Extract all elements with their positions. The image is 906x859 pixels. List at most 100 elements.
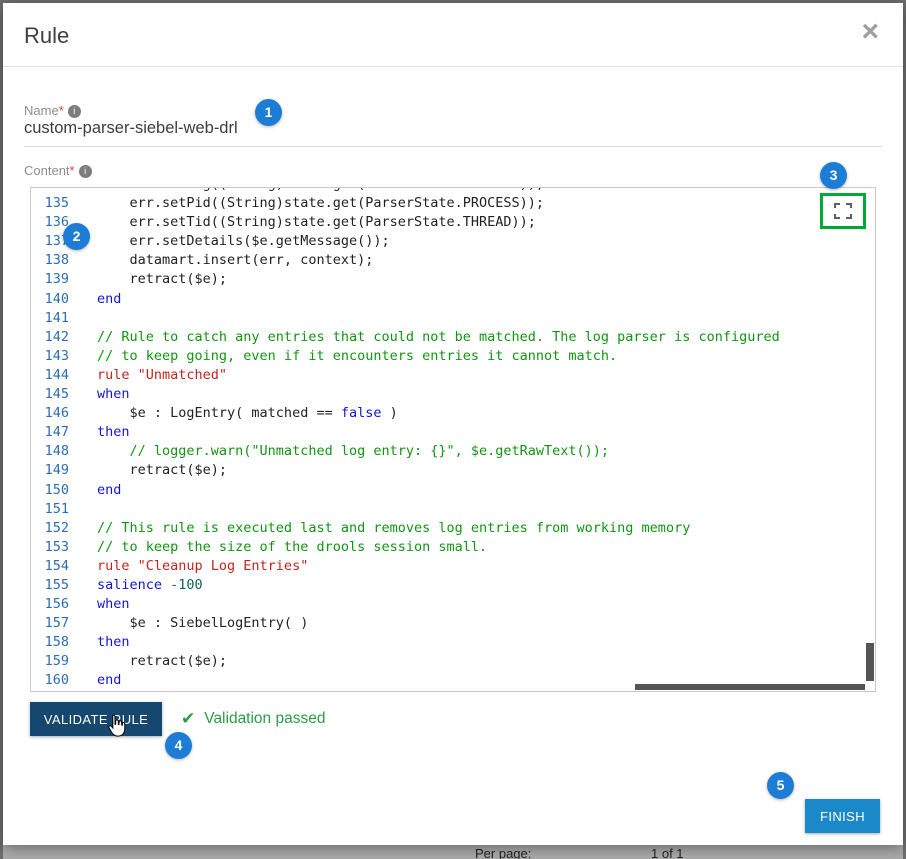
dialog-title: Rule [24, 23, 69, 49]
code-text: $e : SiebelLogEntry( ) [97, 614, 308, 633]
background-page-strip: Per page: 1 of 1 [3, 845, 903, 859]
line-number: 153 [39, 538, 69, 557]
code-text: end [97, 481, 121, 500]
line-number: 148 [39, 442, 69, 461]
callout-badge-4: 4 [165, 732, 192, 759]
code-text: // logger.warn("Unmatched log entry: {}"… [97, 442, 609, 461]
modal-backdrop: Per page: 1 of 1 Rule × Name*i Content*i… [0, 0, 906, 859]
content-label-text: Content [24, 163, 70, 178]
code-line: 146 $e : LogEntry( matched == false ) [39, 404, 863, 423]
header-divider [3, 66, 903, 67]
code-text: err.setTid((String)state.get(ParserState… [97, 213, 536, 232]
code-line: 142 // Rule to catch any entries that cou… [39, 328, 863, 347]
code-text: then [97, 633, 130, 652]
code-text: then [97, 423, 130, 442]
line-number: 158 [39, 633, 69, 652]
code-text: // This rule is executed last and remove… [97, 519, 690, 538]
line-number: 147 [39, 423, 69, 442]
fullscreen-expand-button[interactable] [820, 193, 866, 229]
rule-name-input[interactable] [24, 119, 724, 138]
code-line: 152// This rule is executed last and rem… [39, 519, 863, 538]
code-line: 141 [39, 309, 863, 328]
line-number: 145 [39, 385, 69, 404]
code-text: err.setDetails($e.getMessage()); [97, 232, 390, 251]
code-line: 144 rule "Unmatched" [39, 366, 863, 385]
required-asterisk: * [70, 163, 75, 178]
required-asterisk: * [59, 103, 64, 118]
horizontal-scrollbar-thumb[interactable] [635, 684, 865, 690]
line-number: 135 [39, 194, 69, 213]
code-text: // to keep going, even if it encounters … [97, 347, 617, 366]
code-text: when [97, 385, 130, 404]
vertical-scrollbar-thumb[interactable] [866, 643, 874, 681]
code-line: 138 datamart.insert(err, context); [39, 251, 863, 270]
code-text: end [97, 290, 121, 309]
validate-rule-button[interactable]: VALIDATE RULE [30, 702, 162, 736]
line-number: 142 [39, 328, 69, 347]
name-label: Name* i [24, 103, 81, 118]
line-number: 134 [39, 187, 69, 194]
info-icon: i [79, 165, 92, 178]
line-number: 146 [39, 404, 69, 423]
name-label-text: Name [24, 103, 59, 118]
callout-badge-3: 3 [820, 162, 847, 189]
code-line: 140 end [39, 290, 863, 309]
line-number: 154 [39, 557, 69, 576]
code-text: err.setPid((String)state.get(ParserState… [97, 194, 544, 213]
line-number: 159 [39, 652, 69, 671]
code-line: 145 when [39, 385, 863, 404]
code-line: 158 then [39, 633, 863, 652]
rule-content-editor[interactable]: 134 err.setMsg((String)state.get(ParserS… [30, 187, 876, 692]
line-number: 141 [39, 309, 69, 328]
callout-badge-2: 2 [63, 223, 90, 250]
code-text: $e : LogEntry( matched == false ) [97, 404, 398, 423]
line-number: 160 [39, 671, 69, 690]
per-page-label: Per page: [475, 846, 531, 859]
line-number: 138 [39, 251, 69, 270]
finish-button[interactable]: FINISH [805, 799, 880, 833]
validation-message: Validation passed [204, 710, 325, 728]
code-text: rule "Unmatched" [97, 366, 227, 385]
code-line: 155 salience -100 [39, 576, 863, 595]
code-line: 157 $e : SiebelLogEntry( ) [39, 614, 863, 633]
line-number: 143 [39, 347, 69, 366]
line-number: 139 [39, 270, 69, 289]
content-label: Content* i [24, 163, 92, 178]
code-line: 143 // to keep going, even if it encounte… [39, 347, 863, 366]
code-text: // to keep the size of the drools sessio… [97, 538, 487, 557]
line-number: 155 [39, 576, 69, 595]
rule-dialog: Rule × Name*i Content*i 134 err.setMsg((… [3, 3, 903, 845]
line-number: 157 [39, 614, 69, 633]
code-line: 156when [39, 595, 863, 614]
code-text: // Rule to catch any entries that could … [97, 328, 780, 347]
code-line: 137 err.setDetails($e.getMessage()); [39, 232, 863, 251]
code-lines: 134 err.setMsg((String)state.get(ParserS… [31, 187, 863, 691]
line-number: 140 [39, 290, 69, 309]
finish-label: FINISH [820, 809, 865, 824]
code-line: 136 err.setTid((String)state.get(ParserS… [39, 213, 863, 232]
info-icon: i [68, 105, 81, 118]
code-line: 153 // to keep the size of the drools ses… [39, 538, 863, 557]
code-line: 150 end [39, 481, 863, 500]
code-line: 135 err.setPid((String)state.get(ParserS… [39, 194, 863, 213]
code-text: err.setMsg((String)state.get(ParserState… [97, 187, 544, 194]
code-line: 139 retract($e); [39, 270, 863, 289]
code-line: 151 [39, 500, 863, 519]
line-number: 151 [39, 500, 69, 519]
code-text: salience -100 [97, 576, 203, 595]
validation-status: ✔ Validation passed [181, 709, 325, 729]
validate-rule-label: VALIDATE RULE [44, 712, 148, 727]
code-text: retract($e); [97, 652, 227, 671]
mouse-cursor-icon [106, 714, 126, 739]
code-line: 159 retract($e); [39, 652, 863, 671]
pagination-label: 1 of 1 [651, 846, 684, 859]
line-number: 150 [39, 481, 69, 500]
line-number: 149 [39, 461, 69, 480]
line-number: 144 [39, 366, 69, 385]
code-line: 149 retract($e); [39, 461, 863, 480]
fullscreen-icon [834, 203, 852, 219]
code-text: retract($e); [97, 461, 227, 480]
code-line: 154rule "Cleanup Log Entries" [39, 557, 863, 576]
code-text: end [97, 671, 121, 690]
close-icon[interactable]: × [861, 17, 879, 47]
